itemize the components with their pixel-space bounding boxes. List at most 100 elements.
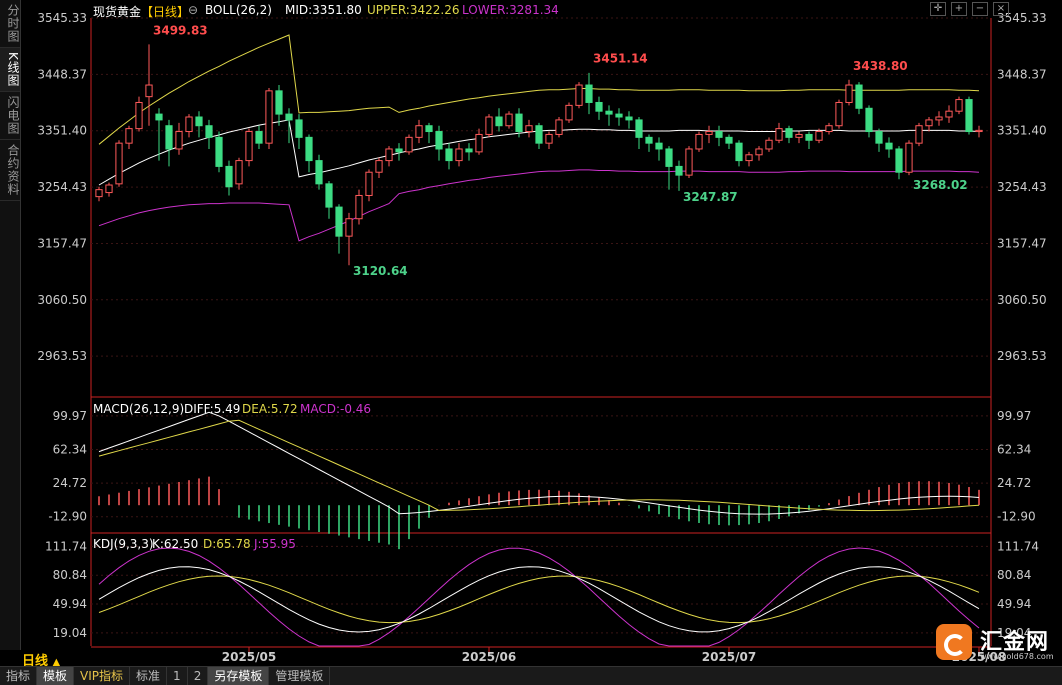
candle-body <box>735 142 743 162</box>
candle-body <box>445 148 453 162</box>
candle-body <box>235 160 243 185</box>
macd-axis-label-right: -12.90 <box>997 510 1036 524</box>
candle-body <box>845 84 853 103</box>
kdj-axis-label-right: 111.74 <box>997 539 1039 553</box>
date-axis-label: 2025/06 <box>462 650 516 664</box>
candle-body <box>785 128 793 138</box>
tab-kline[interactable]: K线图 <box>0 48 20 92</box>
candle-body <box>245 131 253 162</box>
macd-axis-label-left: -12.90 <box>48 510 87 524</box>
tab-timeshare[interactable]: 分时图 <box>0 0 20 48</box>
kdj-axis-label-left: 80.84 <box>53 568 87 582</box>
price-annotation: 3268.02 <box>913 178 968 192</box>
candle-body <box>875 131 883 144</box>
boll-upper: UPPER:3422.26 <box>367 3 460 17</box>
tab-indicators[interactable]: 指标 <box>0 667 38 685</box>
candle-body <box>675 165 683 176</box>
price-axis-label-right: 3448.37 <box>997 67 1047 81</box>
candle-body <box>915 125 923 144</box>
macd-diff: DIFF:5.49 <box>184 402 241 416</box>
brand-logo: 汇金网 www.gold678.com <box>936 622 1054 664</box>
manage-templates-button[interactable]: 管理模板 <box>269 667 331 685</box>
tab-slot-1[interactable]: 1 <box>167 667 188 685</box>
save-template-button[interactable]: 另存模板 <box>208 667 270 685</box>
candle-body <box>405 136 413 153</box>
candle-body <box>115 142 123 185</box>
candle-body <box>555 119 563 135</box>
kdj-axis-label-left: 49.94 <box>53 597 87 611</box>
candle-body <box>345 218 353 237</box>
candle-body <box>375 160 383 173</box>
candle-body <box>485 116 493 135</box>
candle-body <box>255 131 263 144</box>
crosshair-icon[interactable]: ✛ <box>930 2 946 16</box>
tab-slot-2[interactable]: 2 <box>188 667 209 685</box>
candle-body <box>355 194 363 220</box>
logo-url: www.gold678.com <box>980 652 1054 661</box>
candle-body <box>515 113 523 133</box>
candle-body <box>795 133 803 138</box>
price-annotation: 3120.64 <box>353 264 408 278</box>
price-axis-label-right: 2963.53 <box>997 349 1047 363</box>
tab-vip-indicators[interactable]: VIP指标 <box>74 667 131 685</box>
tab-templates[interactable]: 模板 <box>37 667 75 685</box>
tab-standard[interactable]: 标准 <box>130 667 168 685</box>
price-annotation: 3438.80 <box>853 59 908 73</box>
candle-body <box>105 184 113 194</box>
candle-body <box>125 128 133 144</box>
candle-body <box>705 131 713 135</box>
macd-axis-label-right: 99.97 <box>997 409 1031 423</box>
candle-body <box>425 125 433 133</box>
candle-body <box>365 171 373 196</box>
date-axis-label: 2025/07 <box>702 650 756 664</box>
boll-mid: MID:3351.80 <box>285 3 362 17</box>
macd-axis-label-left: 62.34 <box>53 443 87 457</box>
kdj-d: D:65.78 <box>203 537 251 551</box>
candle-body <box>295 119 303 138</box>
kdj-d-line <box>98 575 980 624</box>
price-axis-label-right: 3060.50 <box>997 293 1047 307</box>
zoom-in-icon[interactable]: + <box>951 2 967 16</box>
price-axis-label-left: 3060.50 <box>37 293 87 307</box>
candle-body <box>625 116 633 121</box>
candle-body <box>895 148 903 173</box>
kdj-k: K:62.50 <box>152 537 199 551</box>
candle-body <box>645 136 653 144</box>
candle-body <box>95 189 103 198</box>
tab-contract-info[interactable]: 合约资料 <box>0 140 20 201</box>
candle-body <box>885 142 893 150</box>
candle-body <box>175 131 183 150</box>
candle-body <box>205 125 213 138</box>
candle-body <box>805 133 813 141</box>
close-icon[interactable]: × <box>993 2 1009 16</box>
macd-dea: DEA:5.72 <box>242 402 298 416</box>
candle-body <box>385 148 393 162</box>
candle-body <box>535 125 543 144</box>
price-chart[interactable]: 3545.33 3545.333448.37 3448.373351.40 3351.… <box>21 0 1062 664</box>
price-axis-label-left: 3545.33 <box>37 11 87 25</box>
candle-body <box>925 119 933 127</box>
kdj-axis-label-left: 111.74 <box>45 539 87 553</box>
candle-body <box>605 110 613 115</box>
settings-icon[interactable]: ⊖ <box>188 3 198 17</box>
candle-body <box>955 99 963 112</box>
candle-body <box>155 113 163 121</box>
boll-lower: LOWER:3281.34 <box>462 3 559 17</box>
candle-body <box>975 129 983 133</box>
price-axis-label-right: 3157.47 <box>997 236 1047 250</box>
price-axis-label-right: 3351.40 <box>997 124 1047 138</box>
candle-body <box>435 131 443 150</box>
zoom-out-icon[interactable]: − <box>972 2 988 16</box>
bottom-toolbar: 指标 模板 VIP指标 标准 1 2 另存模板 管理模板 <box>0 666 1062 685</box>
candle-body <box>225 165 233 188</box>
candle-body <box>945 110 953 118</box>
macd-axis-label-left: 24.72 <box>53 476 87 490</box>
tab-flash[interactable]: 闪电图 <box>0 92 20 140</box>
price-axis-label-left: 3448.37 <box>37 67 87 81</box>
kdj-axis-label-right: 49.94 <box>997 597 1031 611</box>
candle-body <box>285 113 293 121</box>
candle-body <box>715 131 723 138</box>
side-tab-bar: 分时图 K线图 闪电图 合约资料 <box>0 0 21 650</box>
candle-body <box>855 84 863 109</box>
candle-body <box>695 133 703 150</box>
